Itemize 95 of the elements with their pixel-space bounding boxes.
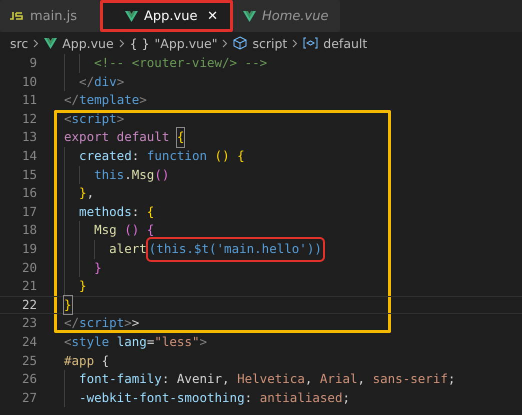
code-token: ; [342,388,350,407]
breadcrumb-item[interactable]: App.vue [62,36,114,50]
line-number: 12 [20,110,37,128]
code-token: < [64,332,72,351]
code-token: font-family [79,370,162,388]
code-token: template [79,91,140,110]
code-token: > [124,314,132,332]
line-number: 27 [20,388,37,407]
code-token: > [200,332,208,351]
code-token: , [358,370,366,388]
code-token: () { [123,221,154,240]
code-token: sans-serif [372,370,448,388]
code-token: methods [79,202,132,221]
code-token: antialiased [260,388,342,407]
vue-icon [44,38,58,48]
code-token: script [72,110,117,128]
code-token: </ [64,314,80,332]
breadcrumb-item[interactable]: script [252,36,288,50]
code-token: </ [64,91,80,110]
code-token: } [94,258,102,277]
code-token: : [244,388,254,407]
code-token: : Avenir, [162,370,231,388]
line-number: 22 [20,296,37,314]
js-icon [10,11,24,21]
code-token: Msg [94,221,117,240]
chevron-icon [118,38,125,48]
line-number: 9 [28,54,37,72]
code-token: > [139,91,147,110]
code-token: <!-- <router-view/> --> [94,54,268,72]
code-token: #app [64,352,94,370]
line-number: 23 [20,314,37,332]
code-token: </ [79,72,94,91]
line-number: 13 [20,128,37,146]
code-token: script [79,314,124,332]
code-token: alert [109,240,147,258]
line-number: 26 [20,370,37,388]
code-token: this [94,166,124,184]
code-token: . [124,166,132,184]
code-token: = [146,332,154,351]
code-token: , [86,184,94,202]
code-token: > [116,72,124,91]
code-token: } [64,296,72,314]
editor-tab[interactable]: App.vue ✕ [100,0,233,32]
line-number: 16 [20,184,37,202]
code-token: } [79,277,87,296]
chevron-icon [222,38,228,48]
line-number: 11 [20,91,37,110]
vue-icon [243,10,256,22]
line-number: 14 [20,146,37,165]
cube-icon [233,36,248,50]
breadcrumb-item[interactable]: src [10,36,28,50]
line-number: 25 [20,352,37,370]
code-token: created [79,146,132,165]
vue-icon [125,10,138,22]
line-number: 18 [20,221,37,240]
code-token: : [132,146,140,165]
chevron-icon [33,38,40,48]
code-token: { [176,128,184,147]
code-token: lang [116,332,147,351]
code-token: style [72,332,110,351]
code-token: "less" [154,332,200,351]
breadcrumb-item[interactable]: default [323,36,368,50]
code-token: > [116,110,124,128]
line-number: 21 [20,277,37,296]
chevron-icon [292,38,298,48]
line-number: 15 [20,166,37,184]
code-token: : [132,202,140,221]
line-number: 19 [20,240,37,258]
code-token: Arial [320,370,358,388]
code-token: ; [448,370,456,388]
code-token: > [132,314,140,332]
code-token: () { [214,146,245,165]
close-icon[interactable]: ✕ [207,8,218,24]
code-token: Msg [132,166,154,184]
code-token: function [146,146,208,165]
code-token: < [64,110,72,128]
editor-tab[interactable]: main.js [0,0,100,32]
code-token: div [94,72,117,91]
braces-icon: { } [130,36,150,50]
code-token: () [154,166,170,184]
variable-icon [303,37,318,49]
editor-tab[interactable]: Home.vue [233,0,340,32]
code-token: export default [64,128,170,146]
code-token: { [100,352,110,370]
code-token: Helvetica [237,370,305,388]
breadcrumb-item[interactable]: "App.vue" [154,36,218,50]
line-number: 10 [20,72,37,91]
code-token: { [146,202,154,221]
code-token: , [304,370,314,388]
code-token: } [79,184,87,202]
line-number: 20 [20,258,37,277]
line-number: 17 [20,202,37,221]
line-number: 24 [20,332,37,351]
code-token: -webkit-font-smoothing [79,388,245,407]
highlighted-code: (this.$t('main.hello')) [148,240,322,259]
